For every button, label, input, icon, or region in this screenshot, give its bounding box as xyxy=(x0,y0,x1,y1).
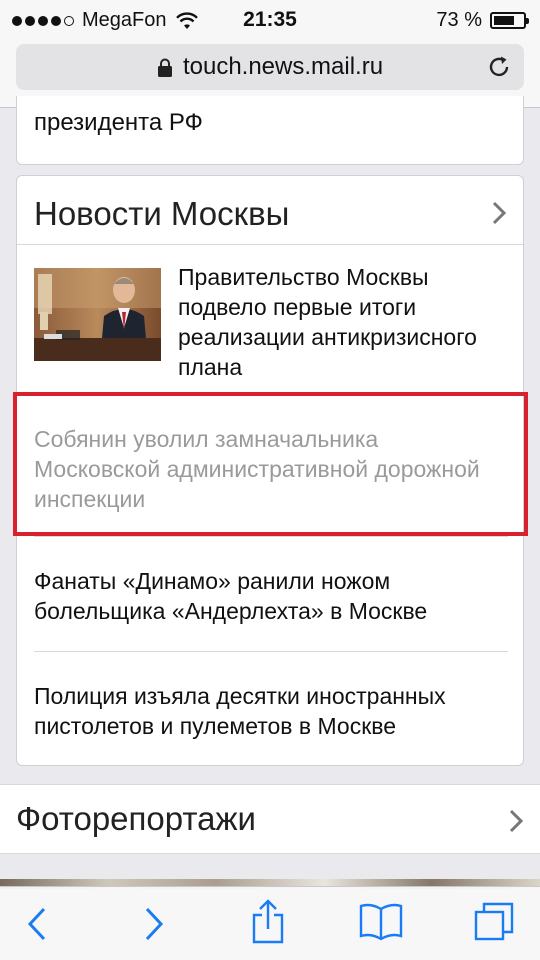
news-headline-3[interactable]: Фанаты «Динамо» ранили ножом болельщика … xyxy=(34,566,504,626)
battery-icon xyxy=(490,12,529,29)
battery-percentage: 73 % xyxy=(436,9,482,31)
forward-icon[interactable] xyxy=(141,905,167,943)
browser-chrome: MegaFon 21:35 73 % touch.news.mail.ru xyxy=(0,0,540,108)
chevron-right-icon[interactable] xyxy=(491,200,507,226)
photo-reports-section[interactable]: Фоторепортажи xyxy=(0,784,540,854)
browser-toolbar xyxy=(0,886,540,960)
news-headline-4[interactable]: Полиция изъяла десятки иностранных писто… xyxy=(34,681,504,741)
lock-icon xyxy=(157,58,172,77)
item-divider xyxy=(34,651,508,652)
reload-icon[interactable] xyxy=(486,54,512,80)
section-title-photo-reports: Фоторепортажи xyxy=(16,800,256,837)
news-headline-1[interactable]: Правительство Москвы подвело первые итог… xyxy=(178,262,518,382)
tabs-icon[interactable] xyxy=(473,901,515,943)
url-display[interactable]: touch.news.mail.ru xyxy=(16,53,524,81)
chevron-right-icon[interactable] xyxy=(508,808,524,834)
section-title-moscow-news[interactable]: Новости Москвы xyxy=(34,195,289,233)
bookmarks-icon[interactable] xyxy=(358,901,404,941)
previous-item-text: президента РФ xyxy=(34,109,203,136)
url-text: touch.news.mail.ru xyxy=(182,53,384,80)
highlight-box xyxy=(13,392,528,536)
battery-fill xyxy=(494,16,514,25)
share-icon[interactable] xyxy=(250,899,286,945)
status-bar: MegaFon 21:35 73 % xyxy=(0,0,540,40)
previous-news-card[interactable]: президента РФ xyxy=(16,96,524,165)
back-icon[interactable] xyxy=(24,905,50,943)
header-divider xyxy=(17,244,523,245)
address-bar[interactable]: touch.news.mail.ru xyxy=(16,44,524,90)
item-divider xyxy=(34,536,508,537)
news-thumbnail[interactable] xyxy=(34,268,161,361)
